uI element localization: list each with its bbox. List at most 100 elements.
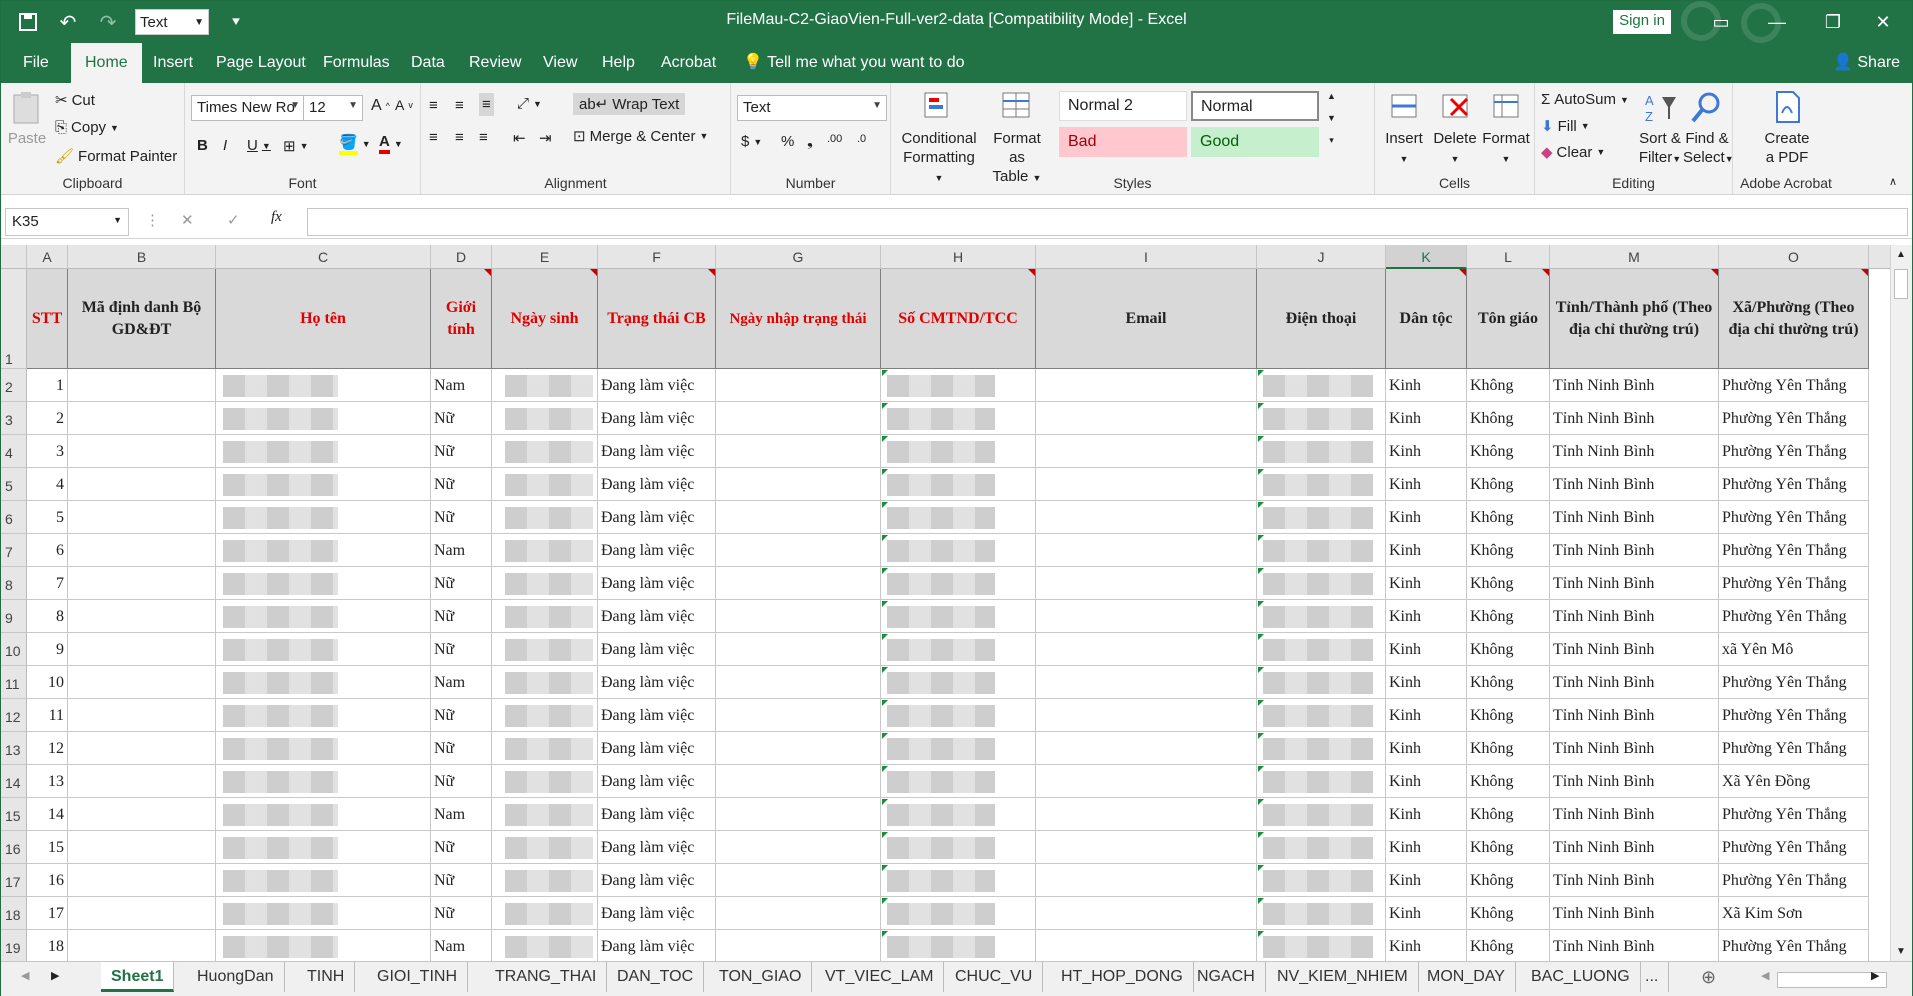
grid-cell[interactable] — [1036, 600, 1257, 633]
row-header[interactable]: 7 — [1, 534, 27, 567]
sheet-tab[interactable]: NGACH — [1187, 962, 1266, 992]
create-pdf-button[interactable]: Create a PDF — [1757, 89, 1817, 167]
cell-religion[interactable]: Không — [1467, 534, 1550, 567]
enter-entry-icon[interactable]: ✓ — [227, 211, 240, 229]
sort-filter-button[interactable]: AZ Sort & Filter▼ — [1637, 89, 1683, 169]
currency-icon[interactable]: $ ▼ — [741, 133, 762, 150]
grid-cell[interactable] — [1036, 633, 1257, 666]
cell-status[interactable]: Đang làm việc — [598, 600, 716, 633]
cell-ethnic[interactable]: Kinh — [1386, 765, 1467, 798]
cell-stt[interactable]: 8 — [27, 600, 68, 633]
column-header[interactable]: B — [68, 245, 216, 269]
cell-commune[interactable]: xã Yên Mô — [1719, 633, 1869, 666]
cell-gender[interactable]: Nữ — [431, 732, 492, 765]
grid-cell[interactable] — [1036, 864, 1257, 897]
cell-commune[interactable]: Phường Yên Thắng — [1719, 930, 1869, 961]
grid-cell[interactable] — [716, 402, 881, 435]
row-header[interactable]: 11 — [1, 666, 27, 699]
row-header[interactable]: 17 — [1, 864, 27, 897]
grid-cell[interactable] — [68, 732, 216, 765]
cell-province[interactable]: Tỉnh Ninh Bình — [1550, 369, 1719, 402]
format-painter-button[interactable]: 🖌 Format Painter — [55, 147, 177, 166]
orientation-icon[interactable]: ⤢ ▼ — [517, 95, 542, 112]
cell-province[interactable]: Tỉnh Ninh Bình — [1550, 501, 1719, 534]
grid-cell[interactable] — [1036, 930, 1257, 961]
sheet-tab-active[interactable]: Sheet1 — [101, 962, 175, 992]
sheet-tab[interactable]: BAC_LUONG — [1521, 962, 1641, 992]
grid-cell[interactable] — [68, 864, 216, 897]
cell-ethnic[interactable]: Kinh — [1386, 666, 1467, 699]
cell-commune[interactable]: Phường Yên Thắng — [1719, 534, 1869, 567]
cell-status[interactable]: Đang làm việc — [598, 633, 716, 666]
cell-gender[interactable]: Nam — [431, 369, 492, 402]
grid-cell[interactable] — [716, 666, 881, 699]
cell-ethnic[interactable]: Kinh — [1386, 798, 1467, 831]
grid-cell[interactable] — [68, 435, 216, 468]
column-header[interactable]: L — [1467, 245, 1550, 269]
restore-icon[interactable]: ❐ — [1813, 7, 1853, 37]
cell-province[interactable]: Tỉnh Ninh Bình — [1550, 831, 1719, 864]
cell-status[interactable]: Đang làm việc — [598, 864, 716, 897]
cell-gender[interactable]: Nữ — [431, 567, 492, 600]
tab-data[interactable]: Data — [411, 43, 445, 83]
cell-province[interactable]: Tỉnh Ninh Bình — [1550, 435, 1719, 468]
copy-button[interactable]: ⎘ Copy ▼ — [55, 119, 119, 136]
column-header[interactable]: G — [716, 245, 881, 269]
grid-cell[interactable] — [68, 633, 216, 666]
cell-ethnic[interactable]: Kinh — [1386, 930, 1467, 961]
column-header[interactable]: F — [598, 245, 716, 269]
font-color-icon[interactable]: A ▼ — [379, 133, 403, 154]
cell-status[interactable]: Đang làm việc — [598, 831, 716, 864]
cell-gender[interactable]: Nam — [431, 666, 492, 699]
row-header[interactable]: 5 — [1, 468, 27, 501]
cell-province[interactable]: Tỉnh Ninh Bình — [1550, 864, 1719, 897]
cut-button[interactable]: ✂ Cut — [55, 91, 95, 110]
align-left-icon[interactable]: ≡ — [429, 129, 438, 146]
grid-cell[interactable] — [68, 534, 216, 567]
row-header[interactable]: 9 — [1, 600, 27, 633]
cell-religion[interactable]: Không — [1467, 864, 1550, 897]
number-format-dropdown[interactable]: Text ▼ — [737, 95, 887, 121]
cell-province[interactable]: Tỉnh Ninh Bình — [1550, 897, 1719, 930]
cell-stt[interactable]: 12 — [27, 732, 68, 765]
borders-icon[interactable]: ⊞ ▼ — [283, 137, 309, 155]
cell-ethnic[interactable]: Kinh — [1386, 633, 1467, 666]
grid-cell[interactable] — [716, 468, 881, 501]
grid-cell[interactable] — [68, 600, 216, 633]
column-header[interactable]: C — [216, 245, 431, 269]
increase-font-icon[interactable]: A ^ — [371, 97, 390, 115]
grid-cell[interactable] — [1036, 534, 1257, 567]
grid-cell[interactable] — [1036, 732, 1257, 765]
cell-ethnic[interactable]: Kinh — [1386, 534, 1467, 567]
tab-file[interactable]: File — [23, 43, 49, 83]
cell-gender[interactable]: Nữ — [431, 765, 492, 798]
bold-button[interactable]: B — [197, 137, 208, 154]
cell-province[interactable]: Tỉnh Ninh Bình — [1550, 633, 1719, 666]
minimize-icon[interactable]: — — [1757, 7, 1797, 37]
tab-acrobat[interactable]: Acrobat — [661, 43, 716, 83]
cell-gender[interactable]: Nữ — [431, 897, 492, 930]
cell-stt[interactable]: 4 — [27, 468, 68, 501]
cell-ethnic[interactable]: Kinh — [1386, 732, 1467, 765]
cell-province[interactable]: Tỉnh Ninh Bình — [1550, 600, 1719, 633]
cell-religion[interactable]: Không — [1467, 633, 1550, 666]
cell-religion[interactable]: Không — [1467, 798, 1550, 831]
vertical-scrollbar[interactable]: ▲ ▼ — [1890, 245, 1912, 961]
cell-stt[interactable]: 9 — [27, 633, 68, 666]
header-cell-ton-giao[interactable]: Tôn giáo — [1467, 269, 1550, 369]
cell-commune[interactable]: Phường Yên Thắng — [1719, 567, 1869, 600]
cell-ethnic[interactable]: Kinh — [1386, 369, 1467, 402]
sheet-tab[interactable]: HT_HOP_DONG — [1051, 962, 1194, 992]
style-bad[interactable]: Bad — [1059, 127, 1187, 157]
sheet-tab[interactable]: CHUC_VU — [945, 962, 1044, 992]
header-cell-stt[interactable]: STT — [27, 269, 68, 369]
cell-religion[interactable]: Không — [1467, 897, 1550, 930]
clear-button[interactable]: ◆ Clear ▼ — [1541, 143, 1605, 162]
sheet-tab[interactable]: TRANG_THAI — [485, 962, 608, 992]
align-right-icon[interactable]: ≡ — [479, 129, 488, 146]
cell-province[interactable]: Tỉnh Ninh Bình — [1550, 534, 1719, 567]
cell-religion[interactable]: Không — [1467, 930, 1550, 961]
wrap-text-button[interactable]: ab↵ Wrap Text — [573, 93, 686, 115]
cell-status[interactable]: Đang làm việc — [598, 534, 716, 567]
tell-me-search[interactable]: 💡 Tell me what you want to do — [743, 43, 965, 83]
